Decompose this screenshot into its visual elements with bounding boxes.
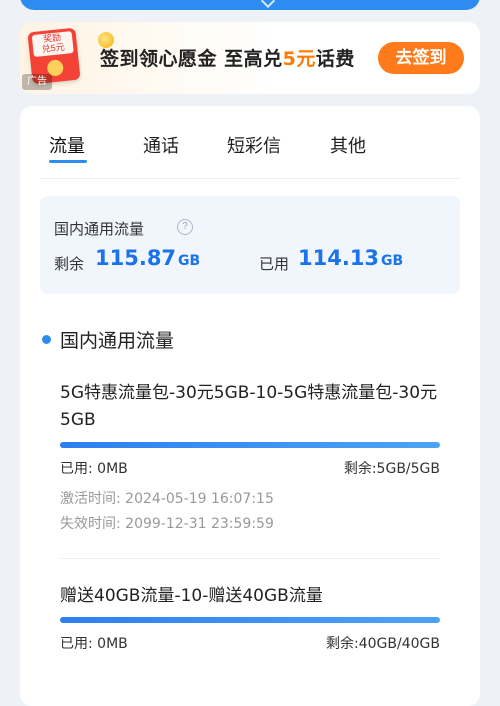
package-name: 赠送40GB流量-10-赠送40GB流量 — [60, 586, 323, 606]
section-dot-icon — [42, 335, 51, 344]
divider — [40, 178, 460, 179]
package-activated-time: 激活时间: 2024-05-19 16:07:15 — [60, 491, 274, 507]
ad-text: 签到领心愿金 至高兑5元话费 — [100, 44, 355, 71]
ad-tag: 广告 — [22, 74, 52, 90]
active-tab-indicator — [49, 160, 87, 163]
ad-banner[interactable]: 奖励 兑5元 广告 签到领心愿金 至高兑5元话费 去签到 — [20, 22, 480, 94]
package-used: 已用: 0MB — [60, 636, 128, 652]
package-name: 5G特惠流量包-30元5GB-10-5G特惠流量包-30元5GB — [60, 383, 438, 430]
tab-other[interactable]: 其他 — [330, 132, 366, 158]
ad-text-part1: 签到领心愿金 至高兑 — [100, 48, 283, 70]
used-number: 114.13 — [298, 246, 380, 270]
used-unit: GB — [381, 253, 404, 269]
coupon-label: 奖励 兑5元 — [31, 31, 74, 58]
package-used: 已用: 0MB — [60, 461, 128, 477]
package-progress-bar — [60, 442, 440, 448]
remain-number: 115.87 — [95, 246, 177, 270]
package-remain: 剩余:5GB/5GB — [343, 461, 440, 477]
summary-title: 国内通用流量 — [54, 220, 145, 238]
tab-bar: 流量 通话 短彩信 其他 — [20, 106, 480, 176]
tab-sms[interactable]: 短彩信 — [227, 132, 281, 158]
remain-value: 115.87 GB — [95, 246, 200, 270]
ad-text-part2: 话费 — [315, 48, 355, 70]
top-expand-bar[interactable] — [20, 0, 480, 10]
summary-card: 国内通用流量 ? 剩余 115.87 GB 已用 114.13 GB — [40, 196, 460, 294]
used-label: 已用 — [259, 255, 290, 273]
main-card: 流量 通话 短彩信 其他 国内通用流量 ? 剩余 115.87 GB 已用 114… — [20, 106, 480, 706]
package-expire-time: 失效时间: 2099-12-31 23:59:59 — [60, 516, 274, 532]
package-remain: 剩余:40GB/40GB — [326, 636, 440, 652]
chevron-down-icon — [260, 0, 276, 9]
section-title: 国内通用流量 — [60, 330, 175, 352]
remain-label: 剩余 — [54, 255, 85, 273]
package-progress-bar — [60, 617, 440, 623]
tab-data[interactable]: 流量 — [49, 132, 85, 158]
remain-unit: GB — [178, 253, 201, 269]
info-icon[interactable]: ? — [177, 219, 193, 235]
sign-in-button[interactable]: 去签到 — [378, 42, 464, 74]
divider — [60, 558, 440, 559]
ad-text-highlight: 5元 — [282, 48, 316, 70]
used-value: 114.13 GB — [298, 246, 403, 270]
tab-calls[interactable]: 通话 — [143, 132, 179, 158]
